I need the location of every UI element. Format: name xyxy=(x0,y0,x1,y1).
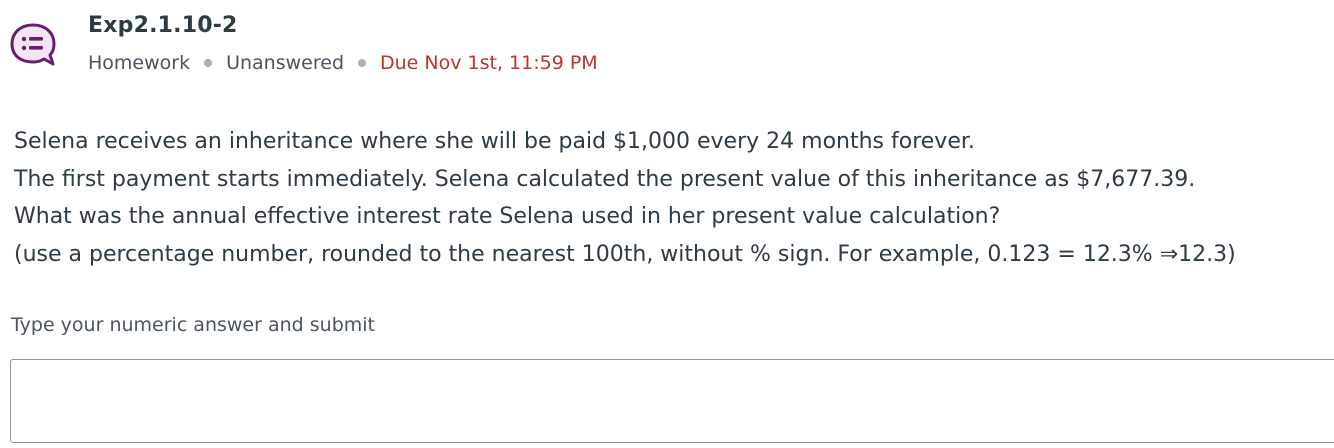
question-line: Selena receives an inheritance where she… xyxy=(14,129,975,154)
question-line: What was the annual effective interest r… xyxy=(14,204,1001,229)
question-line: (use a percentage number, rounded to the… xyxy=(14,241,1236,267)
question-list-chat-icon xyxy=(10,23,56,66)
question-title: Exp2.1.10-2 xyxy=(88,13,238,38)
due-date-label: Due Nov 1st, 11:59 PM xyxy=(380,52,598,74)
question-meta: Homework Unanswered Due Nov 1st, 11:59 P… xyxy=(88,52,598,74)
answer-status-label: Unanswered xyxy=(226,52,344,74)
question-text: Selena receives an inheritance where she… xyxy=(14,123,1324,273)
question-type-label: Homework xyxy=(88,52,191,74)
separator-dot xyxy=(358,59,366,67)
answer-prompt: Type your numeric answer and submit xyxy=(11,314,375,336)
question-page: Exp2.1.10-2 Homework Unanswered Due Nov … xyxy=(0,0,1334,448)
separator-dot xyxy=(204,59,213,67)
numeric-answer-input[interactable] xyxy=(10,359,1334,443)
question-line: The first payment starts immediately. Se… xyxy=(14,166,1196,192)
